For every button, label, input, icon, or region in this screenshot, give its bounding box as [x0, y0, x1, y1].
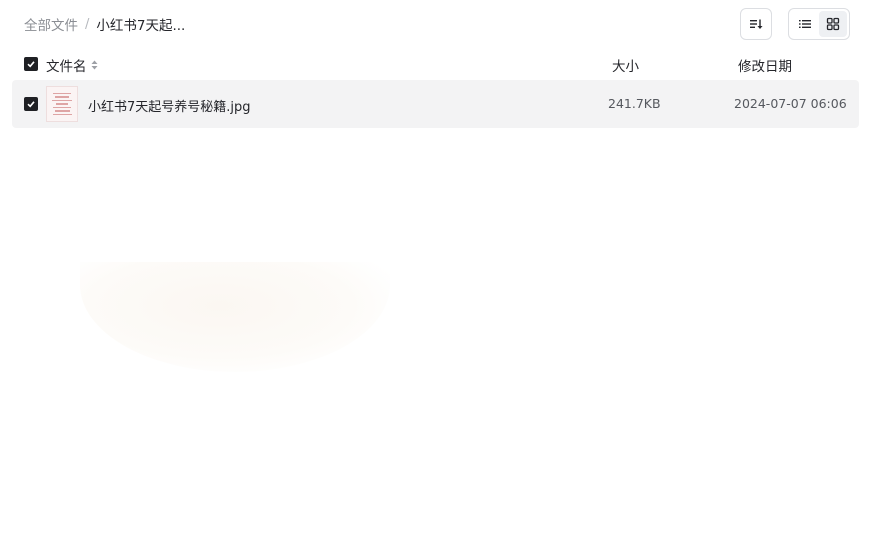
column-header-name[interactable]: 文件名 [46, 55, 98, 75]
check-icon [27, 61, 35, 68]
image-thumbnail [46, 86, 78, 122]
check-icon [27, 101, 35, 108]
file-name[interactable]: 小红书7天起号养号秘籍.jpg [88, 96, 251, 115]
breadcrumb-current-folder: 小红书7天起... [96, 18, 186, 34]
column-header-date[interactable]: 修改日期 [738, 55, 792, 75]
column-header-size[interactable]: 大小 [612, 55, 639, 75]
list-view-icon [799, 20, 811, 28]
file-browser: 全部文件 / 小红书7天起... 文件名 大小 修改日期 小红书7天起号养号秘籍… [0, 0, 874, 538]
breadcrumb: 全部文件 / 小红书7天起... [24, 14, 186, 35]
file-modified-date: 2024-07-07 06:06 [734, 96, 847, 111]
background-smudge [80, 262, 390, 372]
table-header: 文件名 大小 修改日期 [12, 50, 859, 78]
file-size: 241.7KB [608, 96, 661, 111]
column-name-label: 文件名 [46, 59, 87, 75]
sort-arrows-icon [91, 60, 98, 70]
breadcrumb-separator: / [85, 16, 90, 32]
list-view-button[interactable] [791, 11, 819, 37]
sort-icon [750, 19, 763, 29]
row-checkbox[interactable] [24, 97, 38, 111]
sort-button[interactable] [740, 8, 772, 40]
grid-view-icon [826, 17, 840, 31]
table-row[interactable]: 小红书7天起号养号秘籍.jpg 241.7KB 2024-07-07 06:06 [12, 80, 859, 128]
breadcrumb-root-link[interactable]: 全部文件 [24, 14, 78, 34]
view-mode-toggle [788, 8, 850, 40]
select-all-checkbox[interactable] [24, 57, 38, 71]
grid-view-button[interactable] [819, 11, 847, 37]
